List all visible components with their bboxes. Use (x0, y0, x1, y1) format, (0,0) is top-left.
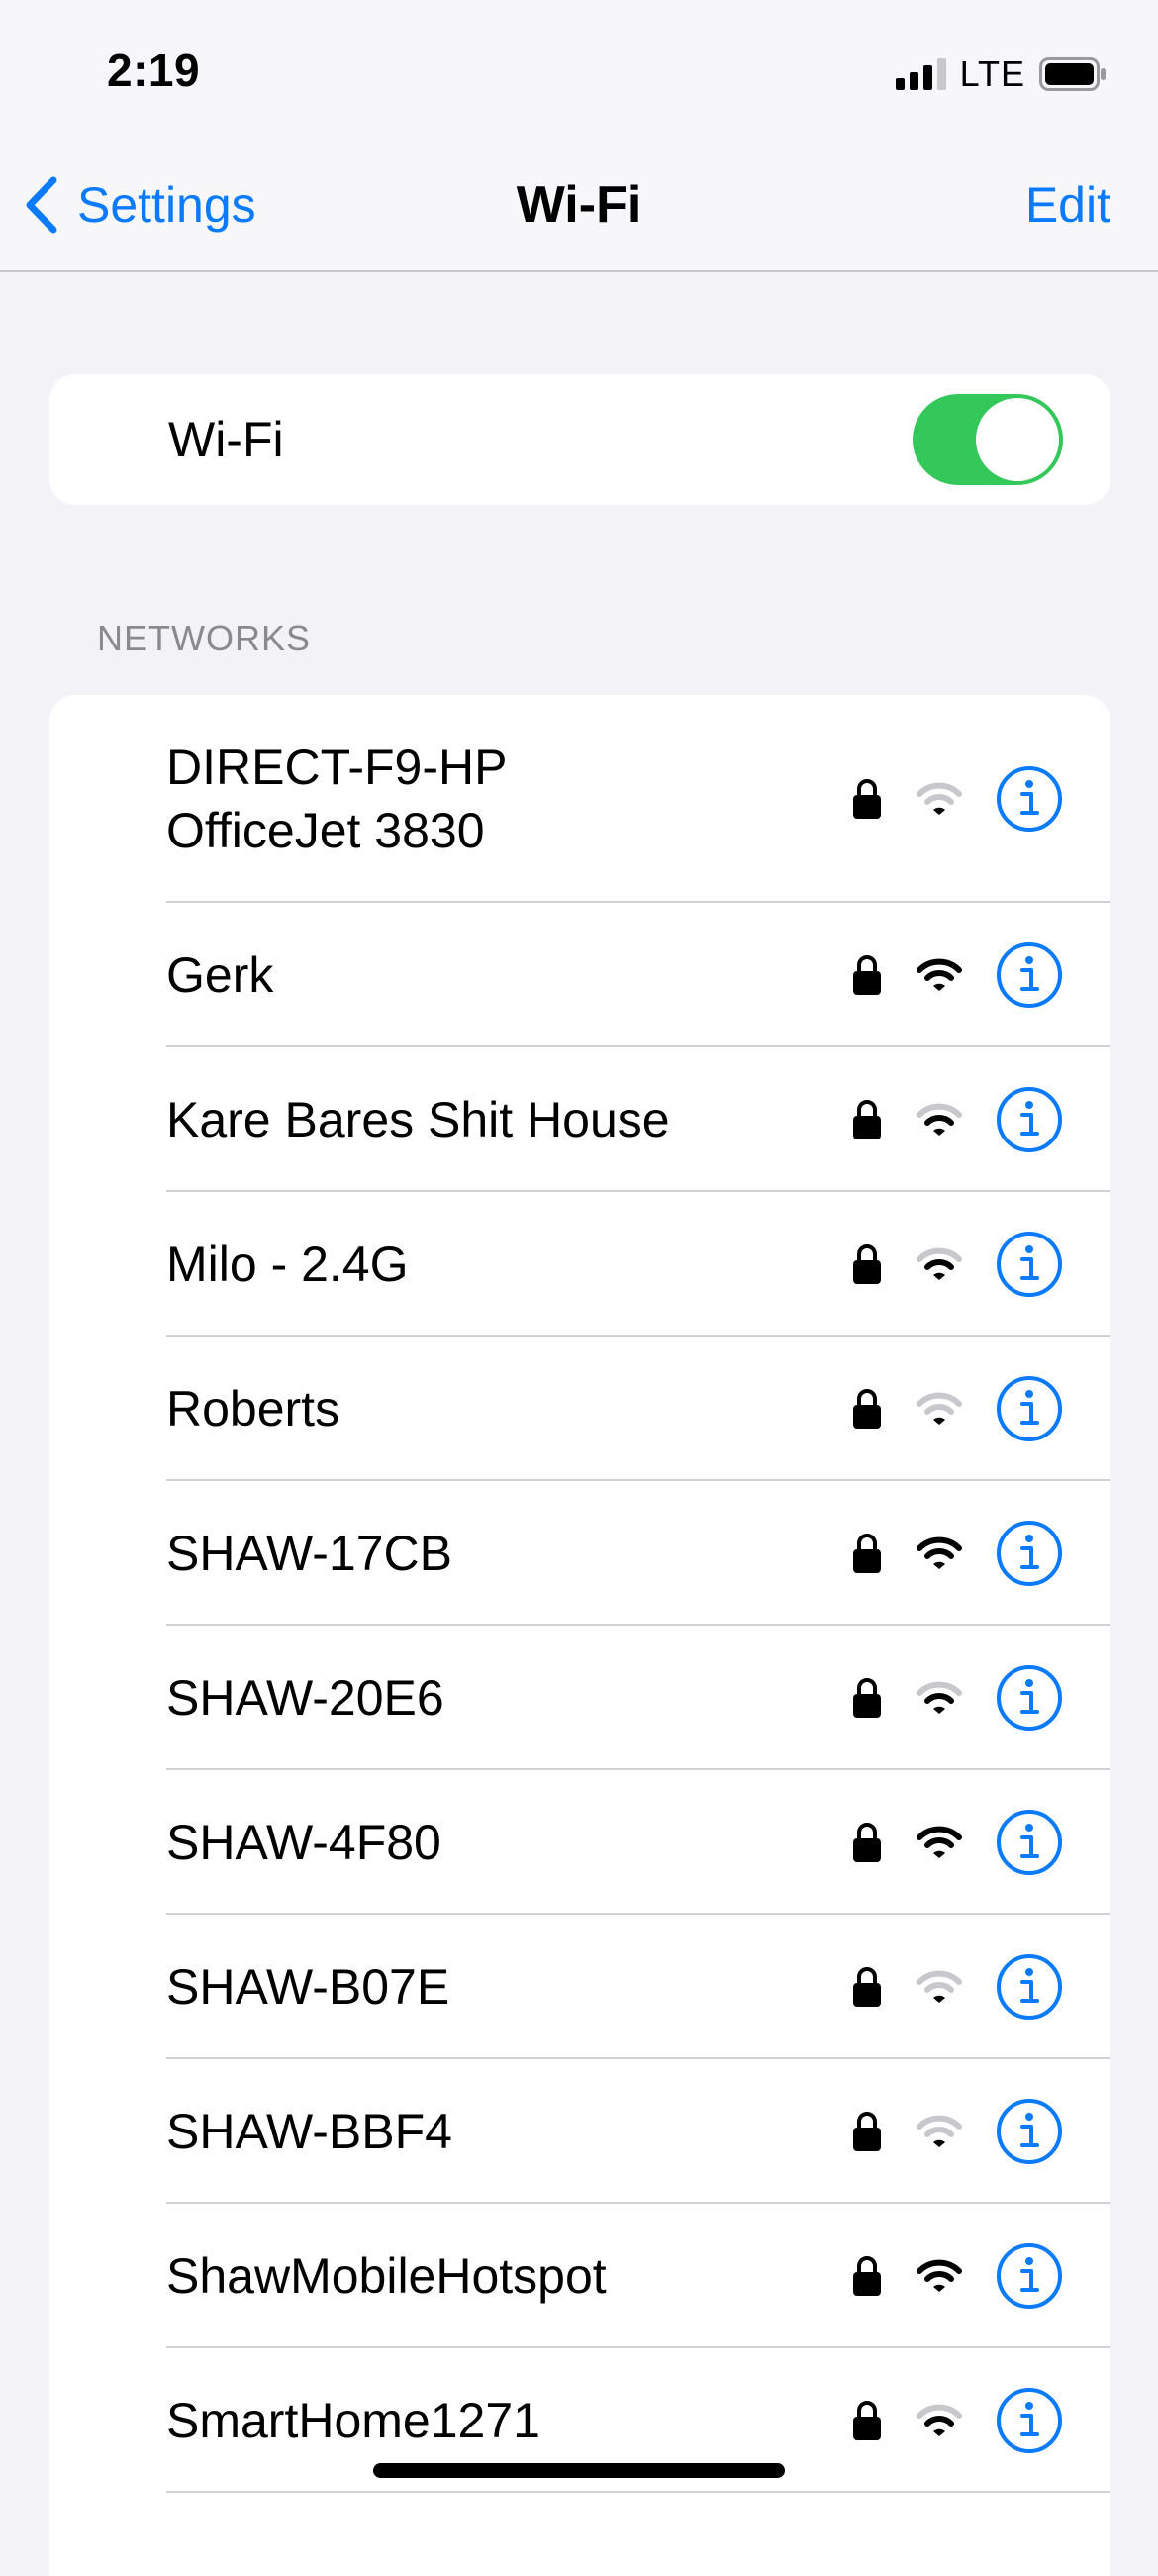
battery-icon (1039, 57, 1106, 91)
wifi-toggle-switch[interactable] (913, 394, 1063, 485)
info-icon[interactable] (996, 941, 1063, 1009)
lock-icon (853, 2256, 881, 2296)
wifi-signal-icon (917, 958, 962, 991)
lock-icon (853, 2112, 881, 2151)
home-indicator[interactable] (373, 2463, 785, 2478)
status-icons: LTE (895, 51, 1107, 97)
networks-section-header: NETWORKS (97, 618, 312, 658)
lock-icon (853, 1823, 881, 1862)
wifi-toggle-row: Wi-Fi (49, 374, 1110, 505)
wifi-signal-icon (917, 782, 962, 815)
info-icon[interactable] (996, 1664, 1063, 1732)
network-row[interactable]: Milo - 2.4G (49, 1192, 1110, 1337)
network-name: DIRECT-F9-HP OfficeJet 3830 (166, 740, 508, 858)
lock-icon (853, 1389, 881, 1429)
network-row[interactable]: Kare Bares Shit House (49, 1047, 1110, 1192)
network-name: ShawMobileHotspot (166, 2248, 607, 2304)
network-name: SHAW-4F80 (166, 1815, 441, 1870)
status-time: 2:19 (107, 45, 201, 96)
info-icon[interactable] (996, 2098, 1063, 2165)
info-icon[interactable] (996, 2387, 1063, 2454)
page-title: Wi-Fi (516, 176, 642, 234)
network-name: SHAW-17CB (166, 1526, 452, 1581)
wifi-signal-icon (917, 1970, 962, 2003)
wifi-signal-icon (917, 2404, 962, 2436)
network-row-icons (851, 1192, 1063, 1337)
lock-icon (853, 2401, 881, 2440)
toggle-knob (976, 398, 1059, 481)
wifi-signal-icon (917, 1247, 962, 1280)
network-row-icons (851, 903, 1063, 1047)
info-icon[interactable] (996, 1086, 1063, 1153)
edit-button[interactable]: Edit (1025, 172, 1110, 238)
network-row-icons (851, 2204, 1063, 2348)
carrier-label: LTE (959, 53, 1025, 94)
networks-list: DIRECT-F9-HP OfficeJet 3830 Gerk Kare Bare… (49, 695, 1110, 2576)
network-name: SHAW-20E6 (166, 1670, 444, 1726)
wifi-signal-icon (917, 1392, 962, 1425)
info-icon[interactable] (996, 1375, 1063, 1442)
network-row-icons (851, 1337, 1063, 1481)
wifi-signal-icon (917, 1826, 962, 1858)
lock-icon (853, 955, 881, 995)
network-row-icons (851, 2348, 1063, 2493)
network-row-icons (851, 1770, 1063, 1915)
cellular-signal-icon (895, 58, 946, 90)
network-row[interactable]: Gerk (49, 903, 1110, 1047)
lock-icon (853, 1678, 881, 1718)
info-icon[interactable] (996, 1520, 1063, 1587)
network-row[interactable]: DIRECT-F9-HP OfficeJet 3830 (49, 695, 1110, 903)
wifi-signal-icon (917, 2115, 962, 2147)
lock-icon (853, 779, 881, 819)
network-name: Gerk (166, 947, 274, 1003)
network-row-icons (851, 1626, 1063, 1770)
network-name: SHAW-BBF4 (166, 2104, 452, 2159)
network-row[interactable]: SHAW-20E6 (49, 1626, 1110, 1770)
network-row-icons (851, 1047, 1063, 1192)
info-icon[interactable] (996, 765, 1063, 833)
network-name: Milo - 2.4G (166, 1237, 409, 1292)
wifi-toggle-label: Wi-Fi (168, 412, 284, 467)
network-row[interactable]: SHAW-4F80 (49, 1770, 1110, 1915)
navigation-bar: Settings Wi-Fi Edit (0, 149, 1158, 272)
info-icon[interactable] (996, 2242, 1063, 2310)
network-row[interactable]: ShawMobileHotspot (49, 2204, 1110, 2348)
network-row[interactable]: SHAW-B07E (49, 1915, 1110, 2059)
wifi-signal-icon (917, 1681, 962, 1714)
network-row-icons (851, 695, 1063, 903)
info-icon[interactable] (996, 1809, 1063, 1876)
lock-icon (853, 1244, 881, 1284)
network-row-icons (851, 2059, 1063, 2204)
network-name: Kare Bares Shit House (166, 1092, 670, 1147)
lock-icon (853, 1534, 881, 1573)
wifi-signal-icon (917, 1103, 962, 1136)
network-row-icons (851, 1915, 1063, 2059)
network-name: Roberts (166, 1381, 340, 1437)
status-bar: 2:19 LTE (0, 0, 1158, 149)
network-row[interactable]: SHAW-BBF4 (49, 2059, 1110, 2204)
wifi-signal-icon (917, 1536, 962, 1569)
info-icon[interactable] (996, 1953, 1063, 2021)
network-row[interactable]: Roberts (49, 1337, 1110, 1481)
info-icon[interactable] (996, 1231, 1063, 1298)
wifi-signal-icon (917, 2259, 962, 2292)
network-row[interactable]: SHAW-17CB (49, 1481, 1110, 1626)
network-name: SHAW-B07E (166, 1959, 450, 2015)
network-row-icons (851, 1481, 1063, 1626)
lock-icon (853, 1100, 881, 1139)
lock-icon (853, 1967, 881, 2007)
